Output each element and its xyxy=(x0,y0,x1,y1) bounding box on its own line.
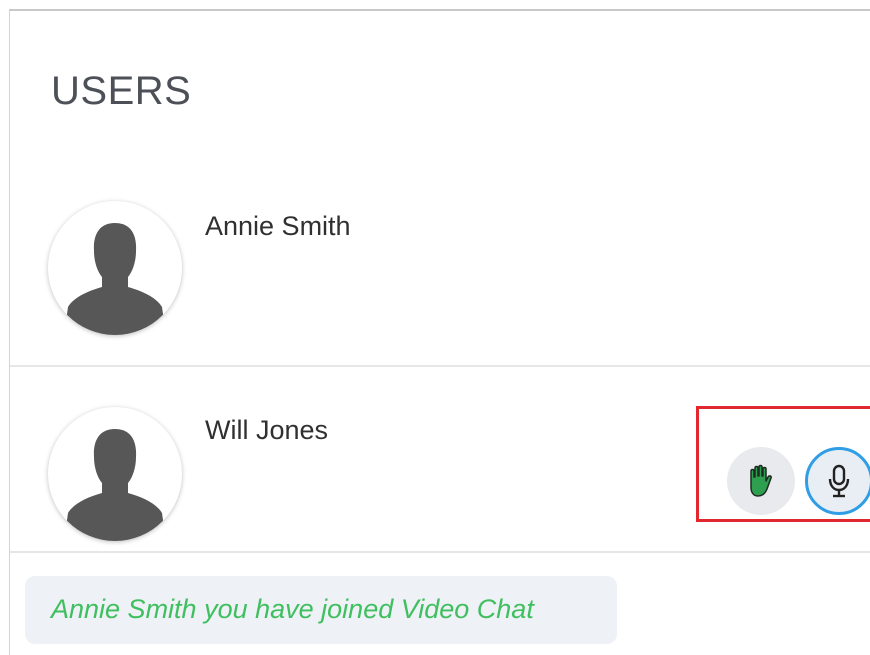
user-name: Annie Smith xyxy=(205,211,351,241)
user-name: Will Jones xyxy=(205,415,329,445)
user-list-item[interactable]: Annie Smith xyxy=(10,189,870,367)
avatar xyxy=(48,407,182,541)
user-silhouette-icon xyxy=(64,429,166,541)
user-controls-highlight xyxy=(696,406,870,522)
notification-text: Annie Smith you have joined Video Chat xyxy=(51,594,534,624)
raise-hand-button[interactable] xyxy=(727,447,795,515)
hand-icon xyxy=(750,464,772,497)
users-panel: USERS Annie Smith Will Jones Annie Smith… xyxy=(9,9,870,655)
join-notification: Annie Smith you have joined Video Chat xyxy=(25,576,617,644)
avatar xyxy=(48,201,182,335)
user-list-item[interactable]: Will Jones xyxy=(10,367,870,553)
microphone-icon xyxy=(828,464,850,498)
panel-title: USERS xyxy=(51,69,192,113)
user-silhouette-icon xyxy=(64,223,166,335)
microphone-button[interactable] xyxy=(805,447,870,515)
